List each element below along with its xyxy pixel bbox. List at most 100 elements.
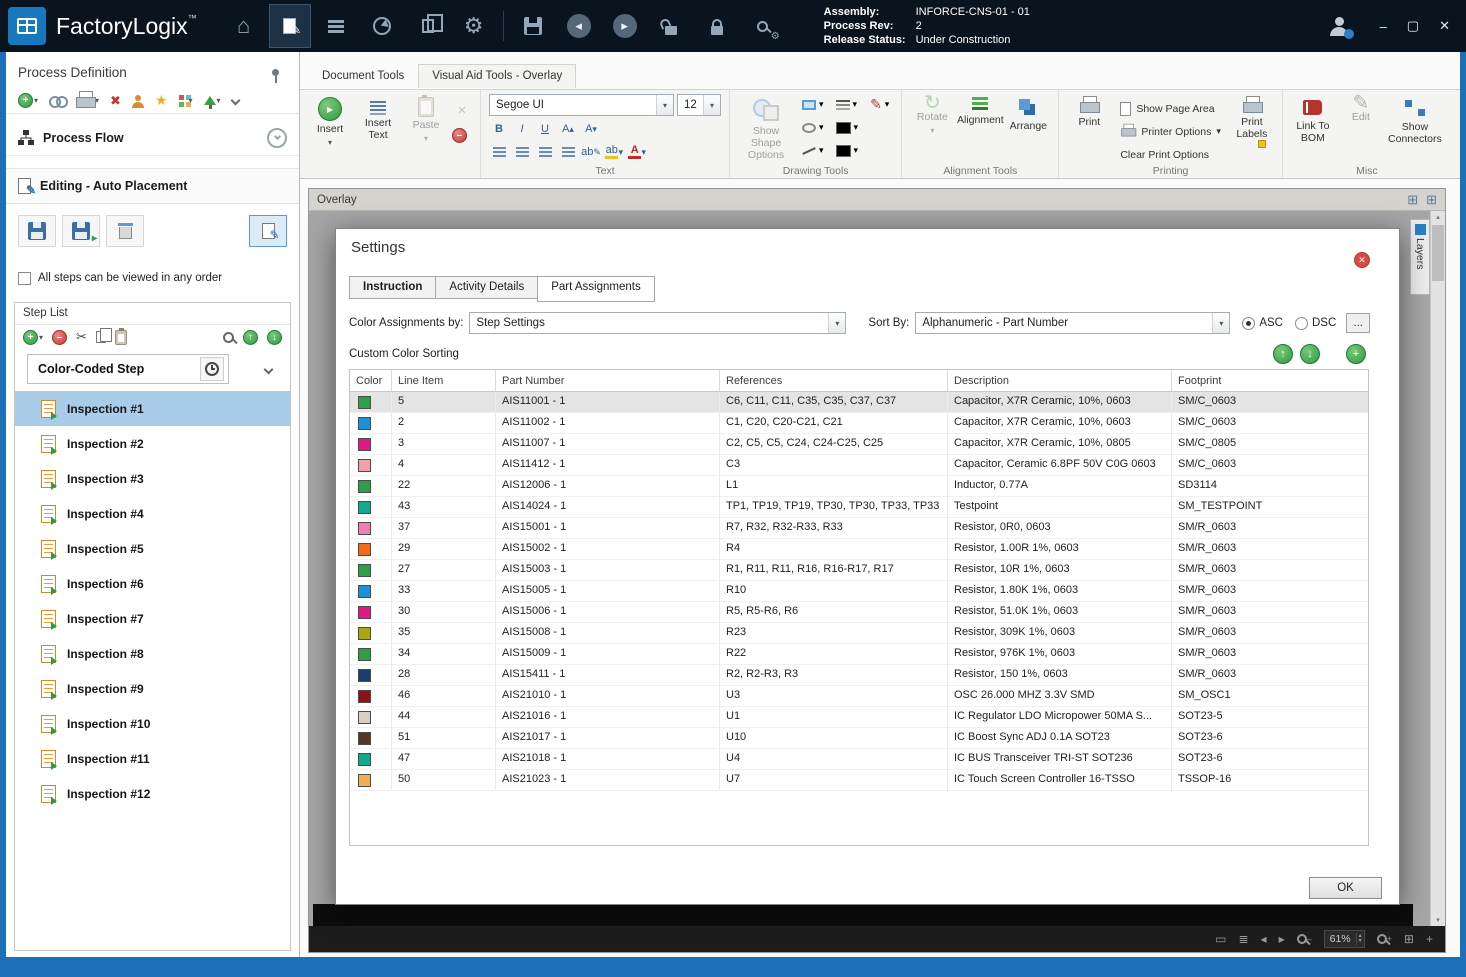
add-button[interactable]: + ▾ xyxy=(18,93,38,108)
line-color-button[interactable]: ▾ xyxy=(832,140,863,161)
italic-button[interactable]: I xyxy=(512,119,532,139)
fill-color-button[interactable]: ▾ xyxy=(832,117,863,138)
print-button[interactable]: Print xyxy=(1067,94,1111,162)
sort-by-select[interactable]: Alphanumeric - Part Number ▾ xyxy=(915,312,1231,334)
close-button[interactable]: ✕ xyxy=(1439,18,1450,34)
minimize-button[interactable]: – xyxy=(1380,19,1387,34)
align-center-button[interactable] xyxy=(512,142,532,162)
align-right-button[interactable] xyxy=(535,142,555,162)
printer-options-button[interactable]: Printer Options ▾ xyxy=(1115,121,1226,142)
part-row[interactable]: 22 AIS12006 - 1 L1 Inductor, 0.77A SD3114 xyxy=(350,476,1368,497)
more-options-button[interactable]: ... xyxy=(1346,313,1371,333)
pen-color-button[interactable]: ✎ ▾ xyxy=(866,94,893,115)
insert-text-button[interactable]: Insert Text xyxy=(356,94,400,162)
move-step-down-button[interactable]: ↓ xyxy=(267,329,282,345)
timer-button[interactable] xyxy=(200,357,224,381)
move-color-up-button[interactable]: ↑ xyxy=(1273,344,1293,364)
step-item[interactable]: Inspection #6 xyxy=(15,566,290,601)
underline-button[interactable]: U xyxy=(535,119,555,139)
zoom-window-icon[interactable]: ⊞ xyxy=(1404,932,1414,946)
color-coded-step-dropdown[interactable]: Color-Coded Step xyxy=(27,354,229,384)
clear-print-options-button[interactable]: Clear Print Options xyxy=(1115,144,1226,165)
paste-button[interactable]: Paste ▾ xyxy=(404,94,448,162)
font-family-select[interactable]: Segoe UI ▾ xyxy=(489,94,674,116)
rename-text-button[interactable]: ab ✎ xyxy=(581,142,601,162)
part-row[interactable]: 3 AIS11007 - 1 C2, C5, C5, C24, C24-C25, C… xyxy=(350,434,1368,455)
part-row[interactable]: 4 AIS11412 - 1 C3 Capacitor, Ceramic 6.8PF … xyxy=(350,455,1368,476)
find-step-button[interactable] xyxy=(223,331,234,343)
collapse-section-button[interactable] xyxy=(267,127,287,148)
delete-object-button[interactable]: ✕ xyxy=(452,100,472,120)
color-swatch[interactable] xyxy=(358,500,371,514)
step-item[interactable]: Inspection #4 xyxy=(15,496,290,531)
rotate-button[interactable]: ↻ Rotate ▾ xyxy=(910,93,954,162)
part-row[interactable]: 35 AIS15008 - 1 R23 Resistor, 309K 1%, 0603… xyxy=(350,623,1368,644)
paste-button[interactable] xyxy=(114,327,127,345)
step-item[interactable]: Inspection #1 xyxy=(15,391,290,426)
maximize-button[interactable]: ▢ xyxy=(1407,18,1419,34)
zoom-in-button[interactable]: + xyxy=(1376,934,1392,944)
ok-button[interactable]: OK xyxy=(1309,877,1382,899)
lock-button[interactable] xyxy=(696,4,738,48)
part-row[interactable]: 37 AIS15001 - 1 R7, R32, R32-R33, R33 Resis… xyxy=(350,518,1368,539)
alignment-button[interactable]: Alignment xyxy=(957,94,1004,162)
part-row[interactable]: 2 AIS11002 - 1 C1, C20, C20-C21, C21 Capaci… xyxy=(350,413,1368,434)
user-button[interactable] xyxy=(1324,11,1354,41)
insert-button[interactable]: ▸ Insert ▾ xyxy=(308,94,352,162)
column-header[interactable]: Color xyxy=(350,370,392,391)
font-size-select[interactable]: 12 ▾ xyxy=(677,94,721,116)
move-step-up-button[interactable]: ↑ xyxy=(243,329,258,345)
column-header[interactable]: Footprint xyxy=(1172,370,1368,391)
shape-line-button[interactable]: ▾ xyxy=(798,140,828,161)
color-swatch[interactable] xyxy=(358,731,371,745)
tab-visual-aid-tools[interactable]: Visual Aid Tools - Overlay xyxy=(418,64,577,88)
copy-button[interactable] xyxy=(95,328,112,343)
column-header[interactable]: Line Item xyxy=(392,370,496,391)
back-button[interactable]: ◂ xyxy=(558,4,600,48)
font-color-button[interactable]: A ▾ xyxy=(627,142,647,162)
shape-rectangle-button[interactable]: ▾ xyxy=(798,94,828,115)
part-row[interactable]: 33 AIS15005 - 1 R10 Resistor, 1.80K 1%, 060… xyxy=(350,581,1368,602)
print-labels-button[interactable]: Print Labels xyxy=(1230,94,1274,162)
board-extents-icon[interactable]: ▭ xyxy=(1215,932,1226,946)
grid-view-icon[interactable]: ⊞ xyxy=(1407,192,1418,208)
dialog-close-button[interactable]: ✕ xyxy=(1354,252,1370,268)
step-item[interactable]: Inspection #5 xyxy=(15,531,290,566)
grow-font-button[interactable]: A ▴ xyxy=(558,119,578,139)
part-row[interactable]: 50 AIS21023 - 1 U7 IC Touch Screen Controll… xyxy=(350,770,1368,791)
dsc-radio[interactable] xyxy=(1294,316,1308,330)
link-to-bom-button[interactable]: Link To BOM xyxy=(1291,94,1335,162)
step-item[interactable]: Inspection #8 xyxy=(15,636,290,671)
color-swatch[interactable] xyxy=(358,395,371,409)
color-swatch[interactable] xyxy=(358,752,371,766)
edit-button[interactable]: ✎ Edit xyxy=(1339,93,1383,162)
stack-button[interactable] xyxy=(315,4,357,48)
tab-document-tools[interactable]: Document Tools xyxy=(308,64,418,88)
step-item[interactable]: Inspection #10 xyxy=(15,706,290,741)
layers-tab[interactable]: Layers xyxy=(1410,219,1430,295)
cut-button[interactable]: ✂ xyxy=(76,329,87,345)
delete-button[interactable]: ✖ xyxy=(110,93,121,109)
tree-view-button[interactable]: ▾ xyxy=(203,96,221,109)
remove-object-button[interactable]: – xyxy=(452,128,467,143)
color-swatch[interactable] xyxy=(358,689,371,703)
part-row[interactable]: 46 AIS21010 - 1 U3 OSC 26.000 MHZ 3.3V SMD S… xyxy=(350,686,1368,707)
documents-button[interactable] xyxy=(407,4,449,48)
part-row[interactable]: 28 AIS15411 - 1 R2, R2-R3, R3 Resistor, 150… xyxy=(350,665,1368,686)
any-order-checkbox[interactable] xyxy=(18,271,31,285)
color-swatch[interactable] xyxy=(358,605,371,619)
color-swatch[interactable] xyxy=(358,668,371,682)
bold-button[interactable]: B xyxy=(489,119,509,139)
layers-panel-icon[interactable]: ⊞ xyxy=(1426,192,1437,208)
part-row[interactable]: 5 AIS11001 - 1 C6, C11, C11, C35, C35, C37… xyxy=(350,392,1368,413)
step-item[interactable]: Inspection #11 xyxy=(15,741,290,776)
edit-placement-button[interactable]: ✎ xyxy=(249,215,287,247)
forward-button[interactable]: ▸ xyxy=(604,4,646,48)
zoom-stepper[interactable]: ▴ ▾ xyxy=(1355,933,1364,945)
color-swatch[interactable] xyxy=(358,458,371,472)
color-swatch[interactable] xyxy=(358,773,371,787)
show-connectors-button[interactable]: Show Connectors xyxy=(1387,94,1443,162)
column-header[interactable]: References xyxy=(720,370,948,391)
process-definition-module-button[interactable]: ✎ xyxy=(268,4,311,48)
part-row[interactable]: 29 AIS15002 - 1 R4 Resistor, 1.00R 1%, 0603… xyxy=(350,539,1368,560)
